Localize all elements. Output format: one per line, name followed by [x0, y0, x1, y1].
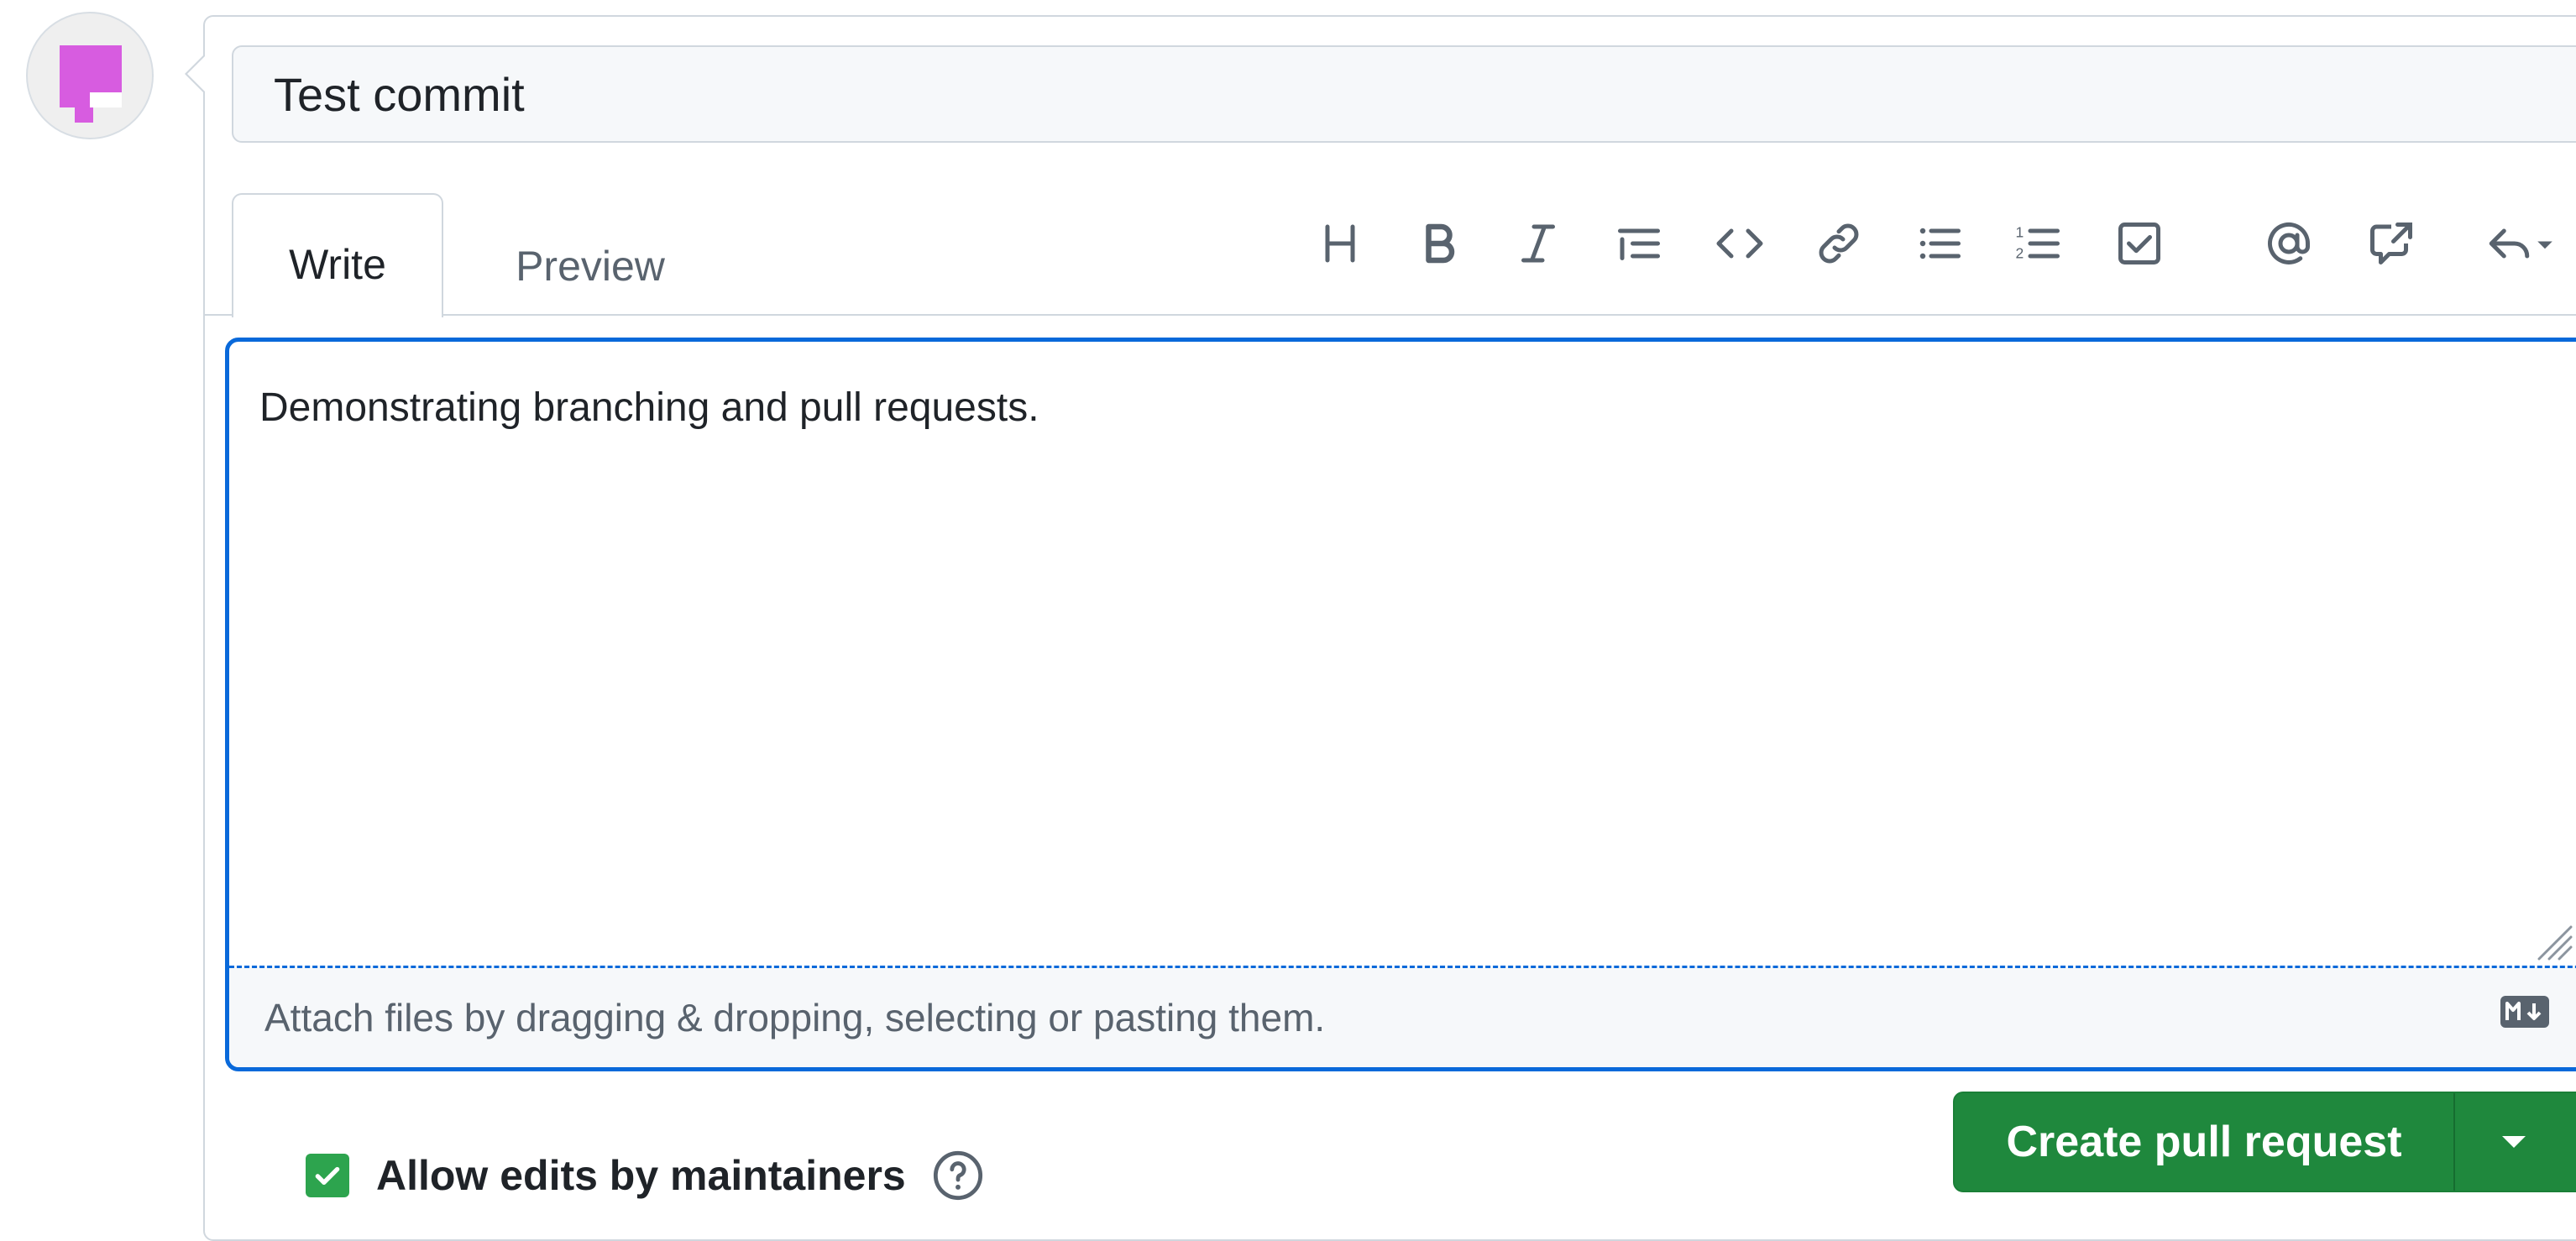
attach-files-bar[interactable]: Attach files by dragging & dropping, sel… [229, 966, 2576, 1067]
pr-title-input[interactable] [232, 45, 2576, 143]
svg-text:2: 2 [2016, 245, 2024, 262]
allow-edits-label[interactable]: Allow edits by maintainers [376, 1151, 906, 1200]
comment-editor: Demonstrating branching and pull request… [225, 338, 2576, 1071]
create-pull-request-button[interactable]: Create pull request [1955, 1093, 2455, 1191]
create-pull-request-dropdown[interactable] [2455, 1093, 2573, 1191]
identicon-icon [60, 45, 122, 123]
comment-body-textarea[interactable]: Demonstrating branching and pull request… [259, 382, 2526, 953]
allow-edits-checkbox[interactable] [306, 1154, 349, 1197]
code-icon[interactable] [1706, 210, 1773, 277]
heading-icon[interactable] [1306, 210, 1374, 277]
reply-icon[interactable] [2474, 210, 2566, 277]
markdown-icon[interactable] [2500, 995, 2550, 1029]
italic-icon[interactable] [1505, 210, 1572, 277]
check-icon [315, 1166, 340, 1185]
unordered-list-icon[interactable] [1906, 210, 1973, 277]
avatar[interactable] [26, 12, 154, 139]
chevron-down-icon [2502, 1136, 2526, 1148]
task-list-icon[interactable] [2106, 210, 2173, 277]
mention-icon[interactable] [2255, 210, 2322, 277]
svg-text:1: 1 [2016, 224, 2024, 241]
ordered-list-icon[interactable]: 12 [2005, 210, 2072, 277]
cross-reference-icon[interactable] [2358, 210, 2425, 277]
quote-icon[interactable] [1605, 210, 1673, 277]
allow-edits-row: Allow edits by maintainers [306, 1150, 985, 1201]
tab-write[interactable]: Write [232, 193, 443, 317]
link-icon[interactable] [1805, 210, 1872, 277]
attach-files-hint: Attach files by dragging & dropping, sel… [264, 996, 1326, 1039]
bold-icon[interactable] [1406, 210, 1473, 277]
resize-handle-icon[interactable] [2532, 920, 2573, 961]
tab-preview[interactable]: Preview [460, 202, 720, 314]
create-pull-request-button-group: Create pull request [1953, 1092, 2576, 1192]
help-icon[interactable] [931, 1149, 985, 1202]
tab-divider [205, 314, 2576, 316]
